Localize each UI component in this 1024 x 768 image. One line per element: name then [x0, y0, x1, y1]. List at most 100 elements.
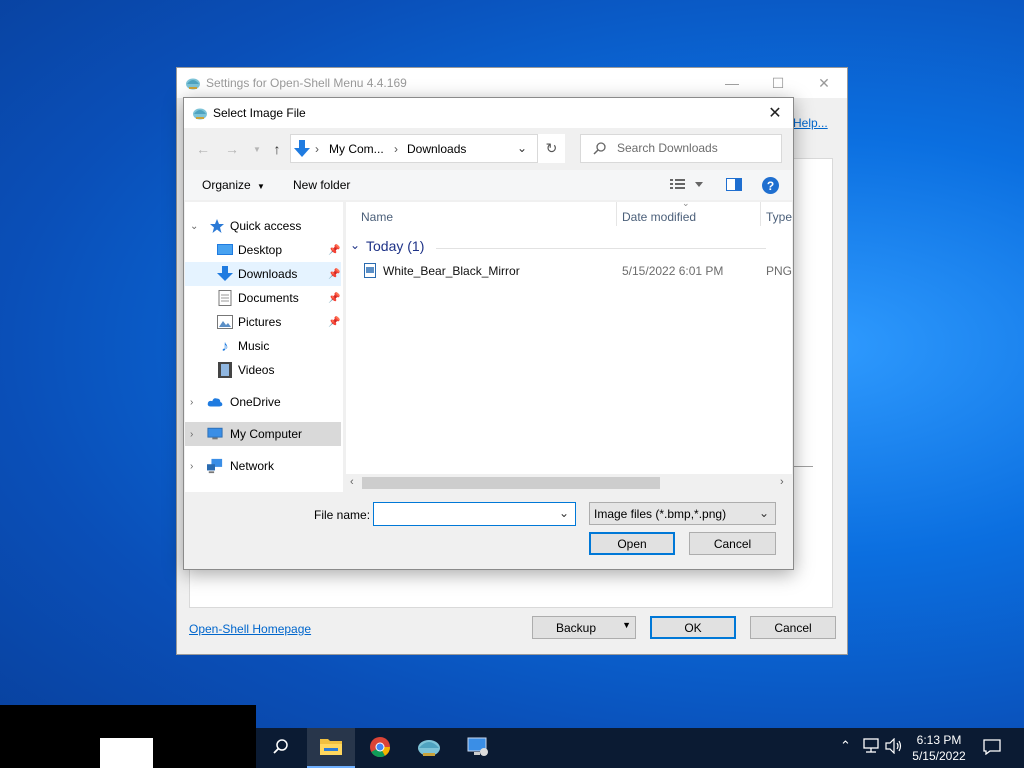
- pin-icon[interactable]: 📌: [328, 269, 340, 280]
- nav-downloads-label: Downloads: [238, 267, 298, 281]
- pin-icon[interactable]: 📌: [328, 317, 340, 328]
- pictures-icon: [217, 314, 233, 330]
- settings-titlebar[interactable]: Settings for Open-Shell Menu 4.4.169 — ☐…: [177, 68, 847, 98]
- video-icon: [217, 362, 233, 378]
- file-type-select[interactable]: Image files (*.bmp,*.png) ⌄: [589, 502, 776, 525]
- file-type-value: Image files (*.bmp,*.png): [594, 507, 727, 521]
- nav-pictures[interactable]: Pictures 📌: [185, 310, 341, 334]
- scrollbar-thumb[interactable]: [362, 477, 660, 489]
- desktop-icon: [217, 242, 233, 258]
- notification-icon[interactable]: [983, 739, 1001, 758]
- taskbar-open-shell[interactable]: [405, 728, 453, 768]
- nav-my-computer-label: My Computer: [230, 427, 303, 441]
- help-icon[interactable]: ?: [762, 177, 779, 194]
- open-button[interactable]: Open: [589, 532, 675, 555]
- nav-music[interactable]: ♪ Music: [185, 334, 341, 358]
- nav-network[interactable]: › Network: [185, 454, 341, 478]
- folder-icon: [319, 736, 343, 759]
- nav-network-label: Network: [230, 459, 275, 473]
- up-arrow-icon[interactable]: ↑: [266, 138, 288, 160]
- column-name[interactable]: Name: [361, 210, 393, 224]
- nav-pictures-label: Pictures: [238, 315, 282, 329]
- nav-videos[interactable]: Videos: [185, 358, 341, 382]
- image-file-icon: [364, 263, 376, 281]
- pin-icon[interactable]: 📌: [328, 293, 340, 304]
- nav-videos-label: Videos: [238, 363, 275, 377]
- address-bar[interactable]: › My Com... › Downloads ⌄: [290, 134, 565, 163]
- column-separator[interactable]: [616, 202, 617, 226]
- scroll-left-icon[interactable]: ‹: [350, 476, 354, 488]
- search-icon: [593, 141, 607, 158]
- column-separator[interactable]: [760, 202, 761, 226]
- taskbar-chrome[interactable]: [356, 728, 404, 768]
- horizontal-scrollbar[interactable]: ‹ ›: [346, 474, 792, 492]
- ok-button[interactable]: OK: [650, 616, 736, 639]
- nav-quick-access[interactable]: ⌄ Quick access: [185, 214, 341, 238]
- expanded-chevron-icon[interactable]: ⌄: [190, 221, 198, 232]
- collapsed-chevron-icon[interactable]: ›: [190, 397, 193, 408]
- taskbar-search-button[interactable]: [257, 728, 305, 768]
- group-collapse-chevron-icon[interactable]: ⌄: [350, 238, 360, 252]
- pin-icon[interactable]: 📌: [328, 245, 340, 256]
- file-list: Name Date modified ⌄ Type ⌄ Today (1) Wh…: [346, 198, 793, 492]
- dialog-title: Select Image File: [213, 106, 306, 120]
- collapsed-chevron-icon[interactable]: ›: [190, 429, 193, 440]
- taskbar-block: [100, 738, 153, 768]
- scroll-right-icon[interactable]: ›: [780, 476, 784, 488]
- dialog-titlebar[interactable]: Select Image File ✕: [184, 98, 793, 128]
- backup-button[interactable]: Backup ▼: [532, 616, 636, 639]
- cancel-settings-button[interactable]: Cancel: [750, 616, 836, 639]
- chevron-down-icon[interactable]: ⌄: [559, 506, 569, 520]
- network-tray-icon[interactable]: [862, 738, 880, 757]
- view-options-icon[interactable]: [670, 177, 704, 194]
- dialog-close-button[interactable]: ✕: [757, 98, 793, 128]
- breadcrumb-downloads[interactable]: Downloads: [407, 142, 466, 156]
- group-header-today[interactable]: Today (1): [366, 238, 424, 254]
- forward-arrow-icon[interactable]: →: [221, 138, 243, 160]
- breadcrumb-my-computer[interactable]: My Com...: [329, 142, 384, 156]
- address-dropdown-icon[interactable]: ⌄: [517, 141, 527, 155]
- star-icon: [209, 218, 225, 234]
- taskbar-file-explorer[interactable]: [307, 728, 355, 768]
- new-folder-button[interactable]: New folder: [293, 178, 350, 192]
- preview-pane-icon[interactable]: [726, 178, 742, 194]
- organize-dropdown-icon: ▼: [257, 182, 265, 191]
- sort-chevron-icon: ⌄: [682, 198, 690, 208]
- column-date-modified[interactable]: Date modified: [622, 210, 696, 224]
- file-row[interactable]: White_Bear_Black_Mirror 5/15/2022 6:01 P…: [346, 260, 793, 282]
- search-input[interactable]: [617, 141, 777, 155]
- computer-settings-icon: [466, 736, 490, 761]
- search-box[interactable]: [580, 134, 782, 163]
- column-type[interactable]: Type: [766, 210, 792, 224]
- nav-onedrive[interactable]: › OneDrive: [185, 390, 341, 414]
- document-icon: [217, 290, 233, 306]
- select-image-dialog: Select Image File ✕ ← → ▼ ↑ › My Com... …: [183, 97, 794, 570]
- nav-desktop[interactable]: Desktop 📌: [185, 238, 341, 262]
- close-button[interactable]: ✕: [801, 68, 847, 98]
- collapsed-chevron-icon[interactable]: ›: [190, 461, 193, 472]
- file-name-combobox[interactable]: ⌄: [373, 502, 576, 526]
- open-shell-icon: [185, 75, 201, 91]
- minimize-button[interactable]: —: [709, 68, 755, 98]
- nav-music-label: Music: [238, 339, 270, 353]
- search-icon: [272, 738, 290, 759]
- file-name-input[interactable]: [378, 507, 548, 521]
- nav-documents-label: Documents: [238, 291, 299, 305]
- maximize-button[interactable]: ☐: [755, 68, 801, 98]
- refresh-icon[interactable]: ↻: [537, 134, 565, 163]
- homepage-link[interactable]: Open-Shell Homepage: [189, 622, 311, 636]
- cancel-button[interactable]: Cancel: [689, 532, 776, 555]
- help-link[interactable]: Help...: [793, 116, 828, 130]
- tray-chevron-up-icon[interactable]: ⌃: [840, 738, 851, 754]
- nav-documents[interactable]: Documents 📌: [185, 286, 341, 310]
- organize-button[interactable]: Organize ▼: [202, 178, 265, 192]
- clock-date: 5/15/2022: [912, 749, 966, 763]
- nav-downloads[interactable]: Downloads 📌: [185, 262, 341, 286]
- nav-my-computer[interactable]: › My Computer: [185, 422, 341, 446]
- back-arrow-icon[interactable]: ←: [192, 138, 214, 160]
- recent-chevron-icon[interactable]: ▼: [246, 138, 268, 160]
- chrome-icon: [369, 736, 391, 761]
- taskbar-settings-app[interactable]: [454, 728, 502, 768]
- file-type: PNG: [766, 264, 793, 278]
- tray-clock[interactable]: 6:13 PM 5/15/2022: [900, 732, 978, 764]
